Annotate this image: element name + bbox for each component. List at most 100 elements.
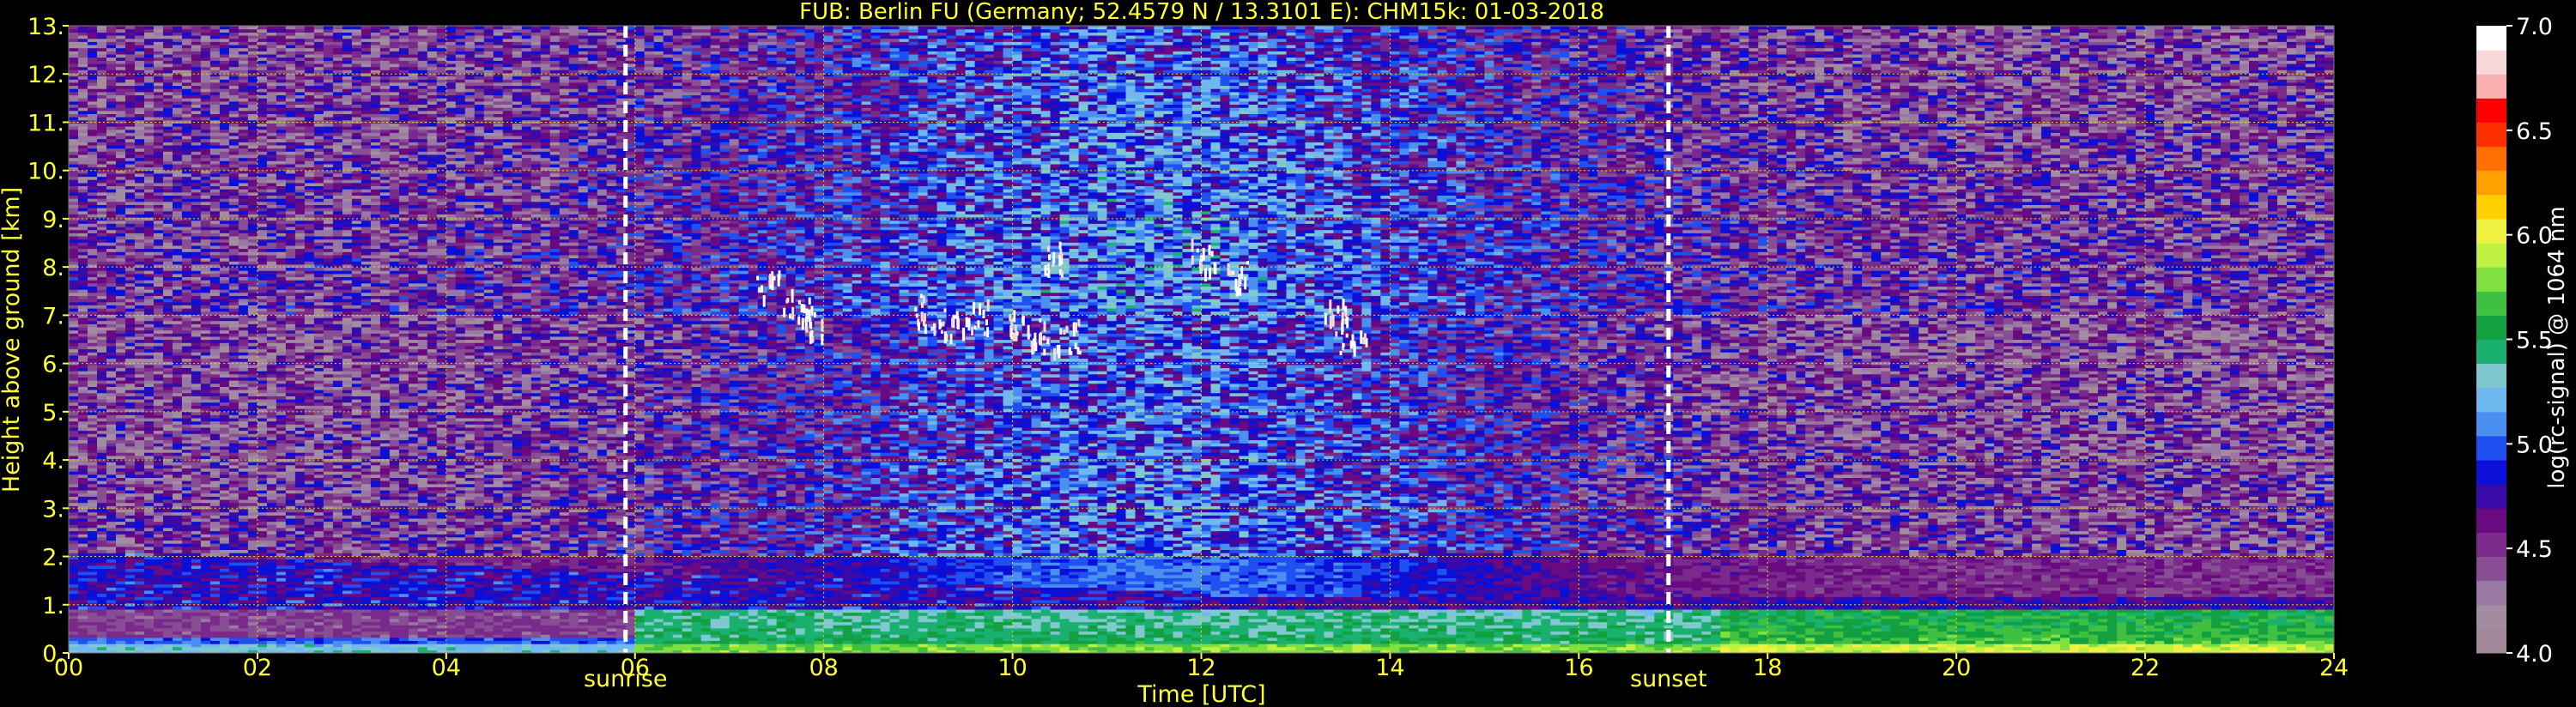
heatmap-cell xyxy=(97,202,107,205)
heatmap-cell xyxy=(88,480,98,484)
heatmap-cell xyxy=(106,571,117,575)
heatmap-cell xyxy=(78,515,88,518)
heatmap-cell xyxy=(106,577,117,581)
heatmap-cell xyxy=(88,377,98,380)
heatmap-cell xyxy=(69,565,79,569)
heatmap-cell xyxy=(97,468,107,471)
heatmap-cell xyxy=(88,503,98,506)
heatmap-cell xyxy=(69,293,79,296)
heatmap-cell xyxy=(97,264,107,268)
heatmap-cell xyxy=(97,537,107,541)
heatmap-cell xyxy=(88,640,98,644)
heatmap-cell xyxy=(78,26,88,29)
heatmap-cell xyxy=(78,236,88,239)
heatmap-cell xyxy=(78,126,88,130)
heatmap-cell xyxy=(88,396,98,399)
heatmap-cell xyxy=(106,468,117,471)
heatmap-cell xyxy=(97,35,107,39)
heatmap-cell xyxy=(106,276,117,280)
heatmap-cell xyxy=(88,622,98,625)
heatmap-cell xyxy=(78,48,88,51)
heatmap-cell xyxy=(78,214,88,217)
heatmap-cell xyxy=(97,440,107,444)
heatmap-cell xyxy=(88,522,98,525)
heatmap-cell xyxy=(88,117,98,120)
heatmap-cell xyxy=(106,537,117,541)
heatmap-cell xyxy=(106,405,117,408)
heatmap-cell xyxy=(69,202,79,205)
heatmap-cell xyxy=(78,418,88,421)
heatmap-cell xyxy=(69,98,79,101)
heatmap-cell xyxy=(78,76,88,80)
heatmap-cell xyxy=(97,390,107,393)
heatmap-cell xyxy=(78,160,88,164)
heatmap-cell xyxy=(69,173,79,177)
heatmap-cell xyxy=(78,634,88,638)
heatmap-cell xyxy=(78,640,88,644)
heatmap-cell xyxy=(97,185,107,189)
heatmap-cell xyxy=(97,111,107,114)
heatmap-cell xyxy=(106,424,117,427)
heatmap-cell xyxy=(88,440,98,444)
heatmap-cell xyxy=(78,202,88,205)
heatmap-cell xyxy=(78,327,88,330)
heatmap-cell xyxy=(78,92,88,95)
heatmap-cell xyxy=(69,493,79,497)
heatmap-cell xyxy=(97,474,107,478)
heatmap-cell xyxy=(88,305,98,308)
heatmap-cell xyxy=(69,613,79,616)
heatmap-cell xyxy=(69,474,79,478)
heatmap-cell xyxy=(69,92,79,95)
heatmap-cell xyxy=(106,647,117,650)
heatmap-cell xyxy=(97,565,107,569)
heatmap-cell xyxy=(69,405,79,408)
heatmap-cell xyxy=(106,634,117,638)
heatmap-cell xyxy=(97,48,107,51)
heatmap-cell xyxy=(69,126,79,130)
heatmap-cell xyxy=(88,185,98,189)
heatmap-cell xyxy=(88,173,98,177)
heatmap-cell xyxy=(69,333,79,336)
heatmap-cell xyxy=(97,145,107,148)
heatmap-cell xyxy=(88,139,98,142)
heatmap-cell xyxy=(78,405,88,408)
plot-area xyxy=(69,22,2335,653)
heatmap-cell xyxy=(97,217,107,221)
heatmap-cell xyxy=(78,208,88,211)
heatmap-cell xyxy=(88,619,98,622)
heatmap-cell xyxy=(69,270,79,274)
heatmap-cell xyxy=(69,584,79,588)
heatmap-cell xyxy=(106,431,117,434)
heatmap-cell xyxy=(97,613,107,616)
heatmap-cell xyxy=(97,528,107,531)
heatmap-cell xyxy=(88,276,98,280)
heatmap-cell xyxy=(78,619,88,622)
heatmap-cell xyxy=(69,628,79,631)
heatmap-cell xyxy=(78,465,88,468)
heatmap-cell xyxy=(69,117,79,120)
heatmap-cell xyxy=(97,556,107,559)
heatmap-cell xyxy=(106,515,117,518)
heatmap-cell xyxy=(97,305,107,308)
heatmap-cell xyxy=(88,98,98,101)
heatmap-cell xyxy=(88,82,98,86)
heatmap-cell xyxy=(97,179,107,183)
heatmap-cell xyxy=(97,160,107,164)
heatmap-cell xyxy=(88,559,98,562)
heatmap-cell xyxy=(97,361,107,365)
heatmap-cell xyxy=(97,531,107,535)
heatmap-cell xyxy=(69,54,79,57)
heatmap-cell xyxy=(69,76,79,80)
heatmap-cell xyxy=(78,584,88,588)
heatmap-cell xyxy=(69,57,79,61)
heatmap-cell xyxy=(78,474,88,478)
heatmap-cell xyxy=(78,179,88,183)
heatmap-cell xyxy=(78,531,88,535)
heatmap-cell xyxy=(88,571,98,575)
heatmap-cell xyxy=(88,132,98,136)
heatmap-cell xyxy=(97,132,107,136)
heatmap-cell xyxy=(78,82,88,86)
heatmap-cell xyxy=(97,396,107,399)
heatmap-cell xyxy=(78,340,88,343)
heatmap-cell xyxy=(69,236,79,239)
